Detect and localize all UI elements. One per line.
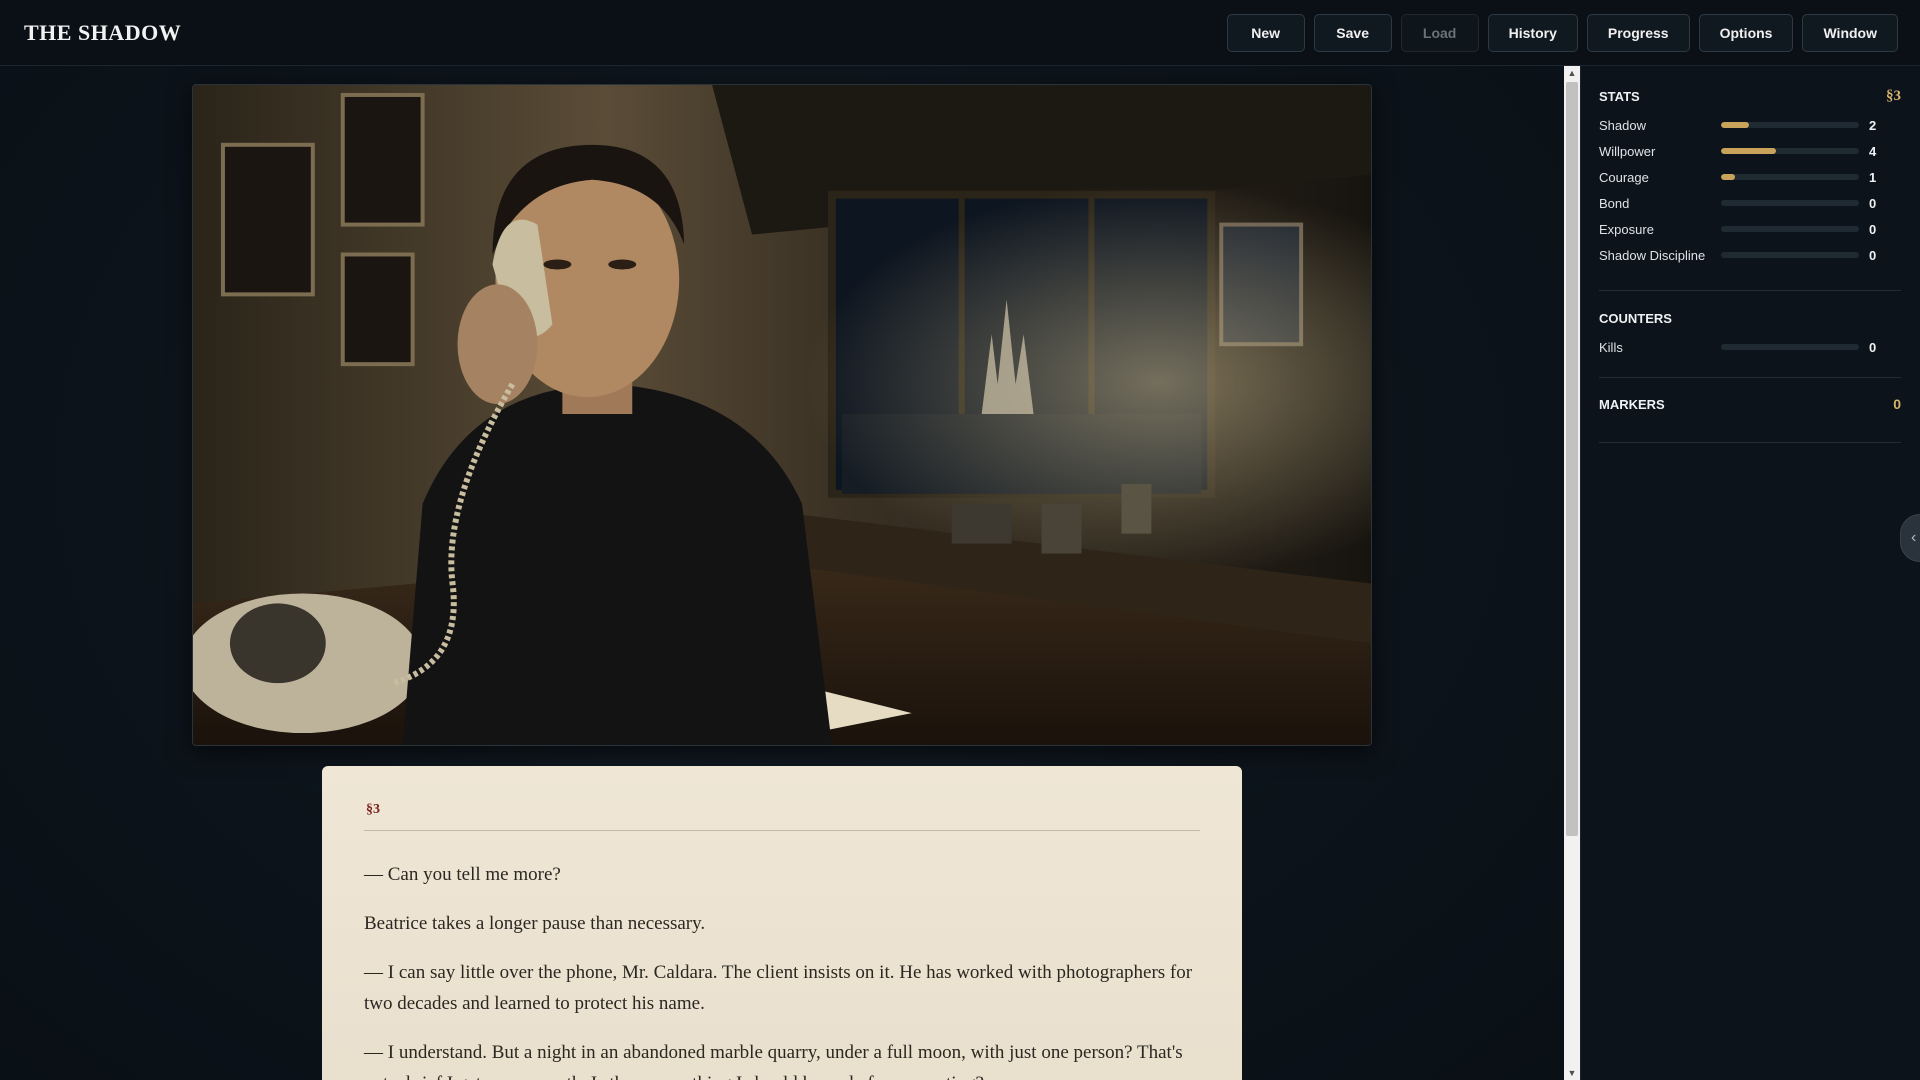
top-bar: THE SHADOW New Save Load History Progres…: [0, 0, 1920, 66]
sidebar-divider: [1599, 290, 1901, 291]
stats-sidebar: STATS §3 Shadow 2 Willpower 4 Courage 1 …: [1580, 66, 1920, 1080]
options-button[interactable]: Options: [1698, 14, 1794, 52]
counter-name: Kills: [1599, 339, 1623, 355]
sidebar-divider: [1599, 377, 1901, 378]
stat-bar: [1721, 200, 1859, 206]
markers-section: MARKERS 0: [1599, 392, 1901, 416]
markers-title: MARKERS: [1599, 396, 1665, 412]
app-title: THE SHADOW: [24, 20, 182, 45]
stat-value: 2: [1869, 117, 1877, 133]
stat-value: 1: [1869, 169, 1877, 185]
story-area[interactable]: §3 — Can you tell me more? Beatrice take…: [0, 66, 1564, 1080]
counter-row-kills: Kills 0: [1599, 334, 1901, 360]
markers-count: 0: [1893, 396, 1901, 412]
stats-header: STATS §3: [1599, 84, 1901, 108]
stat-bar: [1721, 122, 1859, 128]
stat-row-bond: Bond 0: [1599, 190, 1901, 216]
story-paragraph: — I understand. But a night in an abando…: [364, 1042, 1183, 1080]
stat-name: Courage: [1599, 169, 1649, 185]
counters-title: COUNTERS: [1599, 310, 1672, 326]
stat-value: 0: [1869, 195, 1877, 211]
stat-row-shadow: Shadow 2: [1599, 112, 1901, 138]
stats-title: STATS: [1599, 88, 1640, 104]
story-paragraph: — Can you tell me more?: [364, 864, 561, 885]
story-paragraph: — I can say little over the phone, Mr. C…: [364, 962, 1193, 1014]
progress-button[interactable]: Progress: [1586, 14, 1690, 52]
stat-value: 0: [1869, 247, 1877, 263]
stat-row-exposure: Exposure 0: [1599, 216, 1901, 242]
stat-name: Exposure: [1599, 221, 1654, 237]
counters-header: COUNTERS: [1599, 306, 1901, 330]
scroll-up-arrow-icon[interactable]: ▲: [1564, 66, 1580, 80]
stat-name: Shadow: [1599, 117, 1646, 133]
story-divider: [364, 830, 1200, 831]
stat-value: 4: [1869, 143, 1877, 159]
counter-bar: [1721, 344, 1859, 350]
stat-name: Willpower: [1599, 143, 1656, 159]
counter-value: 0: [1869, 339, 1877, 355]
markers-header: MARKERS 0: [1599, 392, 1901, 416]
stat-name: Shadow Discipline: [1599, 247, 1706, 263]
stat-row-courage: Courage 1: [1599, 164, 1901, 190]
story-paragraph: Beatrice takes a longer pause than neces…: [364, 913, 706, 934]
save-button[interactable]: Save: [1313, 14, 1392, 52]
stat-row-shadow-discipline: Shadow Discipline 0: [1599, 242, 1901, 268]
stat-name: Bond: [1599, 195, 1630, 211]
scene-illustration: [192, 84, 1372, 746]
main-menu: New Save Load History Progress Options W…: [1226, 14, 1898, 52]
new-button[interactable]: New: [1226, 14, 1305, 52]
stat-bar: [1721, 174, 1859, 180]
story-scrollbar[interactable]: ▲ ▼: [1564, 66, 1580, 1080]
stats-section: STATS §3 Shadow 2 Willpower 4 Courage 1 …: [1599, 84, 1901, 268]
window-button[interactable]: Window: [1802, 14, 1898, 52]
stat-bar: [1721, 148, 1859, 154]
stat-value: 0: [1869, 221, 1877, 237]
history-button[interactable]: History: [1487, 14, 1578, 52]
scroll-thumb[interactable]: [1566, 82, 1578, 836]
story-section-label: §3: [366, 802, 380, 817]
scene-illustration-art: [193, 85, 1371, 745]
stat-bar: [1721, 226, 1859, 232]
stat-bar: [1721, 252, 1859, 258]
scroll-down-arrow-icon[interactable]: ▼: [1564, 1066, 1580, 1080]
section-reference: §3: [1886, 87, 1901, 104]
stat-row-willpower: Willpower 4: [1599, 138, 1901, 164]
counters-section: COUNTERS Kills 0: [1599, 306, 1901, 360]
load-button[interactable]: Load: [1400, 14, 1479, 52]
story-panel: §3 — Can you tell me more? Beatrice take…: [322, 766, 1242, 1080]
sidebar-divider: [1599, 442, 1901, 443]
